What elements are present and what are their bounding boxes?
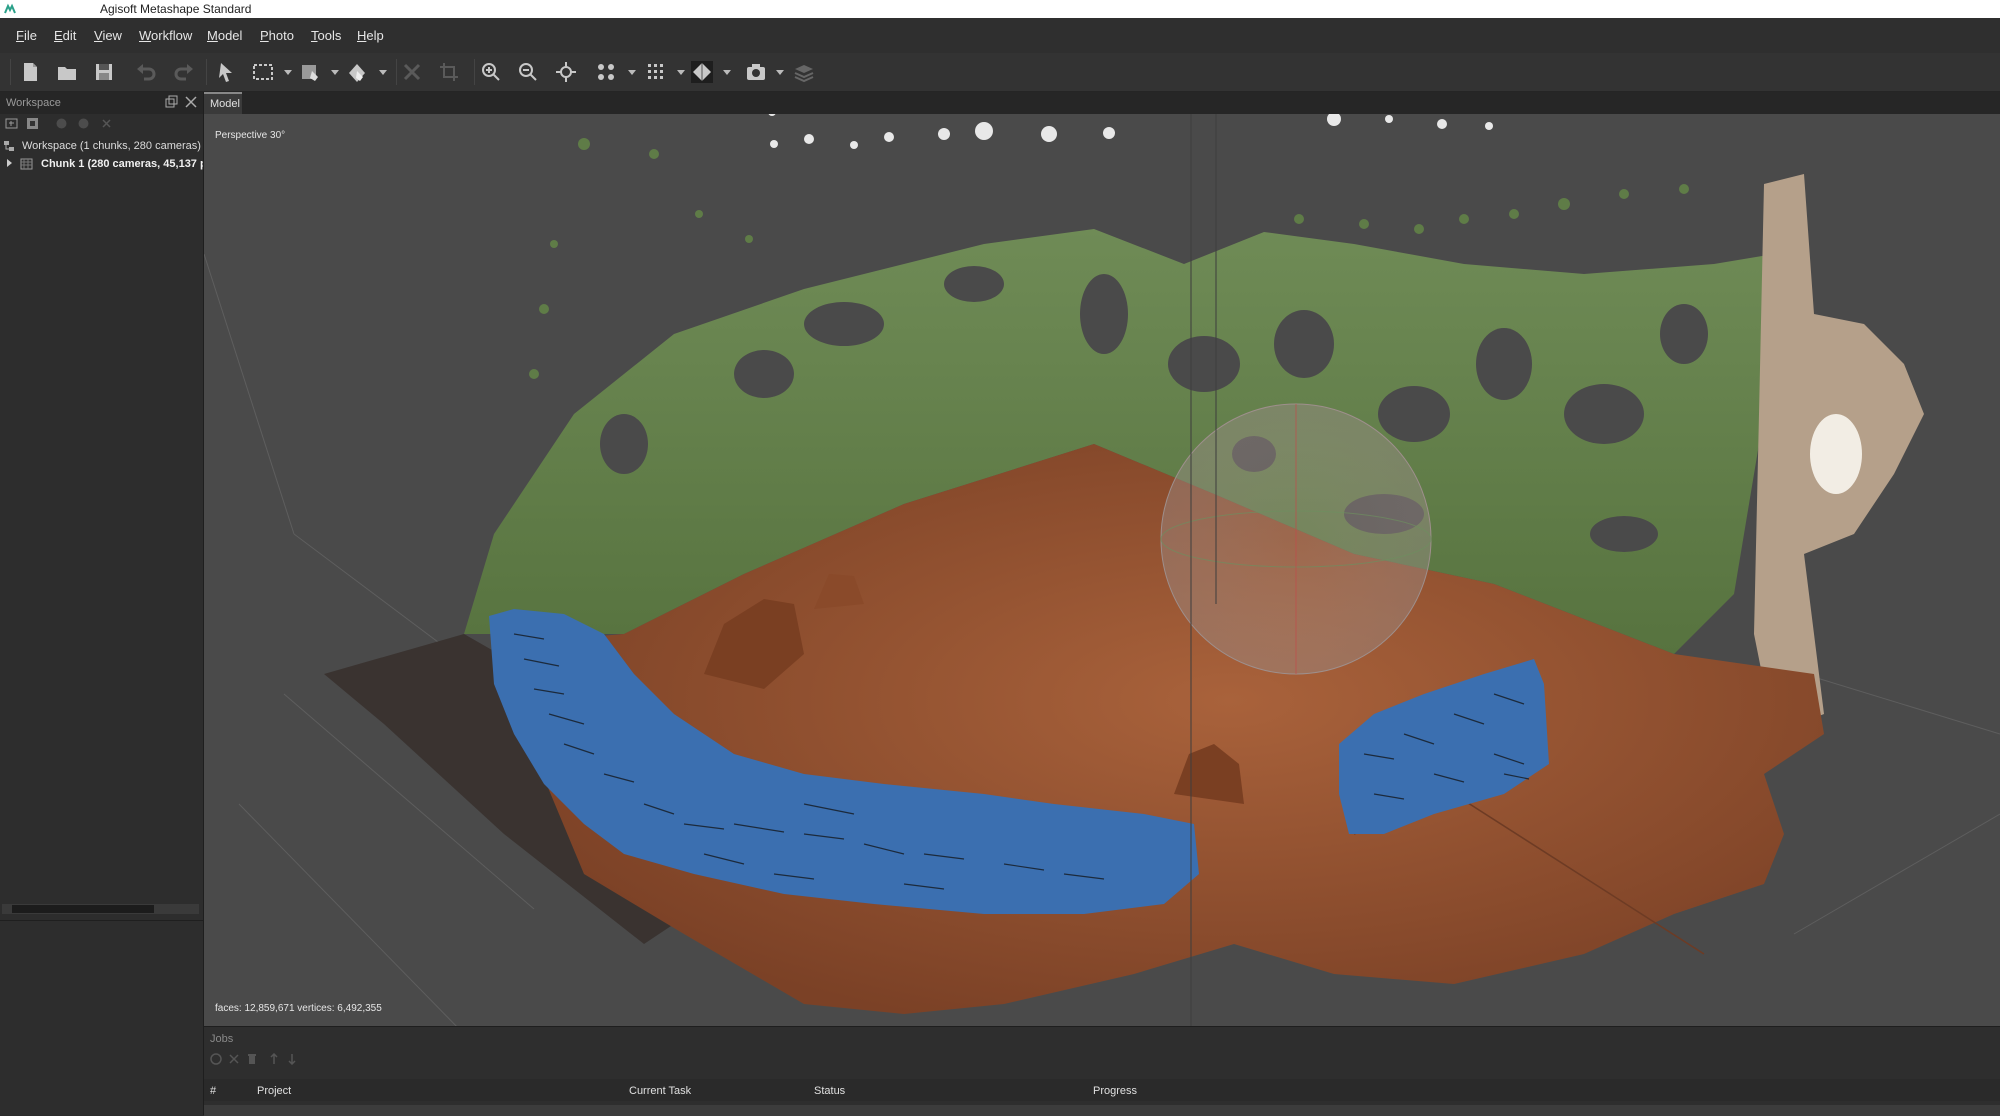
- menu-model[interactable]: Model: [207, 28, 242, 43]
- cancel-job-icon[interactable]: [228, 1053, 240, 1065]
- window-title: Agisoft Metashape Standard: [100, 2, 252, 16]
- paint-select-icon[interactable]: [300, 61, 322, 83]
- workspace-tools: [0, 114, 203, 134]
- column-number[interactable]: #: [210, 1085, 216, 1097]
- workspace-scrollbar[interactable]: [2, 904, 199, 914]
- delete-icon[interactable]: [401, 61, 423, 83]
- model-stats: faces: 12,859,671 vertices: 6,492,355: [215, 1003, 382, 1014]
- menu-help[interactable]: Help: [357, 28, 384, 43]
- workspace-header: Workspace: [0, 92, 203, 114]
- show-grid-icon[interactable]: [645, 61, 667, 83]
- column-progress[interactable]: Progress: [1093, 1085, 1137, 1097]
- panel-divider: [0, 920, 203, 921]
- crop-icon[interactable]: [438, 61, 460, 83]
- jobs-bottom-bar: [204, 1105, 2000, 1116]
- light-spot: [1810, 414, 1862, 494]
- show-model-icon[interactable]: [691, 61, 713, 83]
- tree-item-label: Chunk 1 (280 cameras, 45,137 p: [41, 158, 203, 170]
- model-scene[interactable]: [204, 114, 2000, 1026]
- workspace-panel: Workspace Workspace (1 chunks, 280 camer…: [0, 92, 204, 1115]
- layers-icon[interactable]: [793, 61, 815, 83]
- zoom-out-icon[interactable]: [517, 61, 539, 83]
- start-job-icon[interactable]: [210, 1053, 222, 1065]
- column-current-task[interactable]: Current Task: [629, 1085, 691, 1097]
- undo-icon[interactable]: [135, 61, 157, 83]
- menu-photo[interactable]: Photo: [260, 28, 294, 43]
- rect-select-icon[interactable]: [252, 61, 274, 83]
- column-project[interactable]: Project: [257, 1085, 291, 1097]
- workspace-title: Workspace: [6, 97, 61, 109]
- add-chunk-icon[interactable]: [5, 117, 18, 130]
- capture-icon[interactable]: [745, 61, 767, 83]
- scrollbar-thumb[interactable]: [12, 905, 154, 913]
- close-panel-icon[interactable]: [184, 95, 198, 109]
- tab-model-label: Model: [210, 98, 240, 110]
- view-mode-label: Perspective 30°: [215, 130, 286, 141]
- expand-arrow-icon[interactable]: [7, 159, 12, 167]
- main-toolbar: [0, 53, 2000, 92]
- float-panel-icon[interactable]: [164, 95, 178, 109]
- menu-bar: File Edit View Workflow Model Photo Tool…: [0, 18, 2000, 53]
- jobs-title: Jobs: [210, 1033, 234, 1045]
- shape-icon[interactable]: [346, 61, 368, 83]
- add-photos-icon[interactable]: [26, 117, 39, 130]
- menu-edit[interactable]: Edit: [54, 28, 76, 43]
- title-bar: Agisoft Metashape Standard: [0, 0, 2000, 18]
- menu-file[interactable]: File: [16, 28, 37, 43]
- disable-icon[interactable]: [77, 117, 90, 130]
- navigation-sphere[interactable]: [1160, 403, 1432, 675]
- workspace-icon: [4, 141, 14, 151]
- jobs-panel: Jobs # Project Current Task Status Progr…: [204, 1026, 2000, 1116]
- app-logo-icon: [4, 3, 16, 14]
- move-up-icon[interactable]: [268, 1053, 280, 1065]
- menu-view[interactable]: View: [94, 28, 122, 43]
- save-icon[interactable]: [93, 61, 115, 83]
- chunk-icon: [20, 158, 33, 170]
- tree-item-chunk[interactable]: Chunk 1 (280 cameras, 45,137 p: [0, 154, 203, 174]
- tree-item-label: Workspace (1 chunks, 280 cameras): [22, 140, 201, 152]
- menu-workflow[interactable]: Workflow: [139, 28, 192, 43]
- tab-strip: [242, 92, 2000, 114]
- open-icon[interactable]: [56, 61, 78, 83]
- move-down-icon[interactable]: [286, 1053, 298, 1065]
- zoom-in-icon[interactable]: [480, 61, 502, 83]
- tree-item-workspace[interactable]: Workspace (1 chunks, 280 cameras): [0, 136, 203, 156]
- new-icon[interactable]: [19, 61, 41, 83]
- column-status[interactable]: Status: [814, 1085, 845, 1097]
- show-points-icon[interactable]: [595, 61, 617, 83]
- enable-icon[interactable]: [55, 117, 68, 130]
- model-viewport[interactable]: Perspective 30° faces: 12,859,671 vertic…: [204, 114, 2000, 1026]
- white-points: [768, 114, 1493, 149]
- remove-icon[interactable]: [100, 117, 113, 130]
- reset-view-icon[interactable]: [555, 61, 577, 83]
- redo-icon[interactable]: [173, 61, 195, 83]
- menu-tools[interactable]: Tools: [311, 28, 341, 43]
- delete-job-icon[interactable]: [246, 1053, 258, 1065]
- tab-model[interactable]: Model: [204, 92, 242, 114]
- pointer-icon[interactable]: [215, 61, 237, 83]
